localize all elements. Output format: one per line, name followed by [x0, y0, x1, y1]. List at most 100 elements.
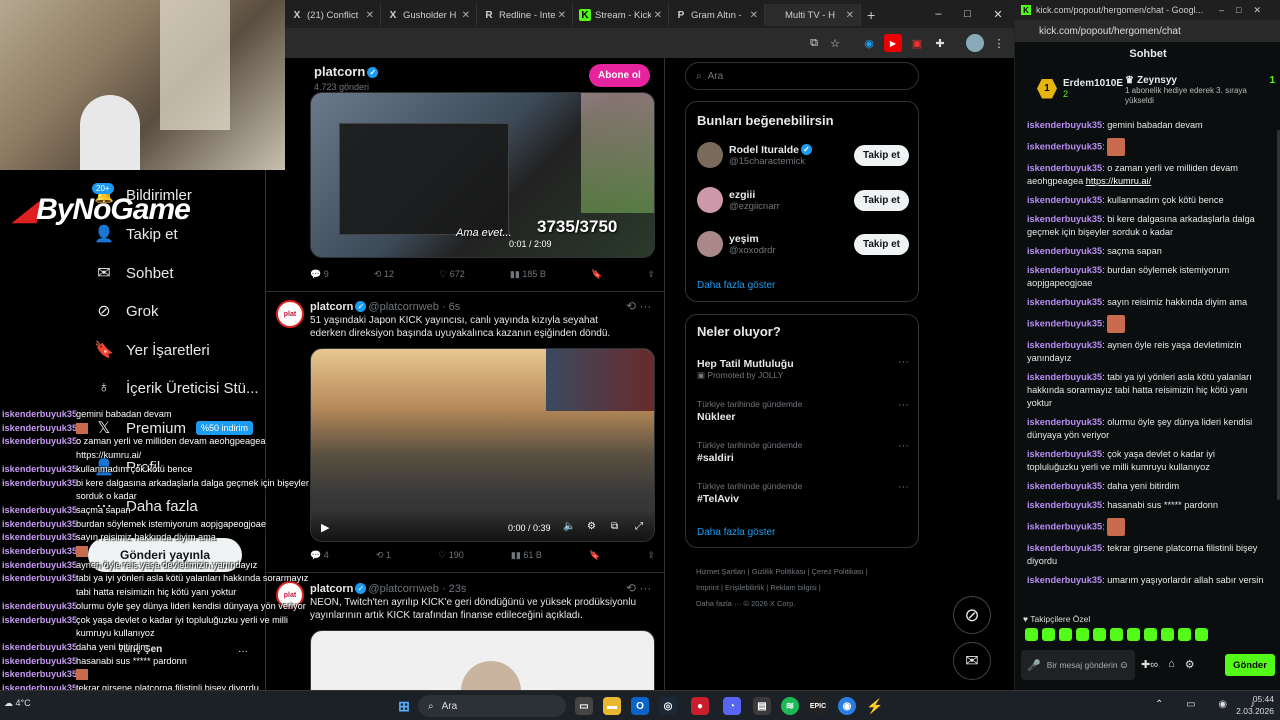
post-platcorn-1[interactable]: platcorn ✓ 4.723 gönderi Abone ol Ama eve… — [266, 58, 664, 292]
settings-icon[interactable]: ⚙ — [587, 521, 596, 532]
star-icon[interactable]: ☆ — [826, 34, 844, 52]
post-video[interactable]: ▶ 0:00 / 0:39 🔈 ⚙ ⧉ ⤢ — [310, 348, 655, 542]
post-menu-icon[interactable]: ⟲ ··· — [626, 581, 651, 595]
volume-icon[interactable]: 🔈 — [563, 521, 575, 532]
subscribe-button[interactable]: Abone ol — [589, 64, 650, 87]
puzzle-icon[interactable]: ✚ — [931, 34, 949, 52]
chat-username[interactable]: iskenderbuyuk35 — [1027, 417, 1102, 427]
play-icon[interactable]: ▶ — [321, 521, 329, 534]
like-button[interactable]: ♡ 190 — [438, 550, 464, 561]
install-icon[interactable]: ⧉ — [805, 34, 823, 52]
trend-item[interactable]: Türkiye tarihinde gündemde Nükleer ··· — [697, 399, 909, 423]
emote-icon[interactable] — [1178, 628, 1191, 641]
trend-item[interactable]: Türkiye tarihinde gündemde #TelAviv ··· — [697, 481, 909, 505]
emote-icon[interactable] — [1059, 628, 1072, 641]
chat-username[interactable]: iskenderbuyuk35 — [1027, 297, 1102, 307]
trends-show-more-link[interactable]: Daha fazla göster — [697, 527, 775, 538]
suggestion-item[interactable]: ezgiii @ezgiicnarr Takip et — [697, 187, 909, 213]
footer-link[interactable]: Imprint — [696, 583, 719, 592]
youtube-ext-icon[interactable]: ▶ — [884, 34, 902, 52]
close-icon[interactable]: ✕ — [846, 10, 854, 21]
chat-username[interactable]: iskenderbuyuk35 — [1027, 575, 1102, 585]
discord-icon[interactable]: ◔ — [723, 697, 741, 715]
avatar[interactable] — [697, 142, 723, 168]
chat-username[interactable]: iskenderbuyuk35 — [1027, 543, 1102, 553]
repost-button[interactable]: ⟲ 12 — [374, 269, 394, 280]
nav-chat[interactable]: ✉ Sohbet — [94, 263, 173, 283]
chat-input[interactable]: 🎤 Bir mesaj gönderin ☺ — [1021, 650, 1135, 680]
start-button-icon[interactable]: ⊞ — [395, 697, 413, 715]
outlook-icon[interactable]: O — [631, 697, 649, 715]
emote-icon[interactable] — [1076, 628, 1089, 641]
search-input[interactable]: ⌕ Ara — [685, 62, 919, 90]
kick-window-controls[interactable]: –□✕ — [1219, 5, 1273, 16]
tab-conflict[interactable]: X (21) Conflict ✕ — [285, 4, 381, 26]
tab-multitv[interactable]: Multi TV - H ✕ — [765, 4, 861, 26]
chat-username[interactable]: iskenderbuyuk35 — [1027, 372, 1102, 382]
chat-username[interactable]: iskenderbuyuk35 — [1027, 449, 1102, 459]
avatar[interactable]: plat — [276, 300, 304, 328]
reply-button[interactable]: 💬 9 — [310, 269, 329, 280]
emote-icon[interactable] — [1107, 518, 1126, 536]
send-button[interactable]: Gönder — [1225, 654, 1275, 676]
task-view-icon[interactable]: ▭ — [575, 697, 593, 715]
store-icon[interactable]: ⌂ — [1168, 658, 1175, 671]
pip-icon[interactable]: ⧉ — [611, 521, 618, 532]
nav-follow[interactable]: 👤 Takip et — [94, 224, 178, 244]
chat-username[interactable]: iskenderbuyuk35 — [1027, 141, 1102, 151]
mic-icon[interactable]: 🎤 — [1027, 659, 1041, 672]
post-author[interactable]: platcorn ✓ — [314, 64, 380, 79]
trend-item[interactable]: Hep Tatil Mutluluğu ▣ Promoted by JOLLY … — [697, 356, 909, 381]
show-more-link[interactable]: Daha fazla göster — [697, 280, 775, 291]
emote-icon[interactable] — [1025, 628, 1038, 641]
follow-button[interactable]: Takip et — [853, 144, 909, 166]
emoji-icon[interactable]: ☺ — [1119, 660, 1129, 671]
reply-button[interactable]: 💬 4 — [310, 550, 329, 561]
menu-icon[interactable]: ⋮ — [990, 34, 1008, 52]
emote-icon[interactable] — [1042, 628, 1055, 641]
chat-username[interactable]: iskenderbuyuk35 — [1027, 120, 1102, 130]
emote-icon[interactable] — [1093, 628, 1106, 641]
post-image[interactable] — [310, 630, 655, 690]
fullscreen-icon[interactable]: ⤢ — [635, 521, 643, 532]
chat-username[interactable]: iskenderbuyuk35 — [1027, 265, 1102, 275]
maximize-button[interactable]: □ — [964, 8, 971, 21]
chat-link[interactable]: https://kumru.ai/ — [1086, 176, 1151, 186]
suggestion-name[interactable]: yeşim — [729, 233, 776, 245]
avatar[interactable] — [697, 187, 723, 213]
close-window-button[interactable]: ✕ — [993, 8, 1002, 21]
close-icon[interactable]: ✕ — [462, 10, 470, 21]
emote-icon[interactable] — [1195, 628, 1208, 641]
nav-creator-studio[interactable]: ♁ İçerik Üreticisi Stü... — [94, 379, 259, 397]
tab-gusholder[interactable]: X Gusholder H ✕ — [381, 4, 477, 26]
tab-gram-altin[interactable]: P Gram Altın - ✕ — [669, 4, 765, 26]
chat-username[interactable]: iskenderbuyuk35 — [1027, 246, 1102, 256]
spotify-icon[interactable]: ≋ — [781, 697, 799, 715]
author-name[interactable]: platcorn — [310, 301, 353, 313]
post-video[interactable]: Ama evet... 3735/3750 0:01 / 2:09 — [310, 92, 655, 258]
chat-username[interactable]: iskenderbuyuk35 — [1027, 481, 1102, 491]
footer-link[interactable]: Gizlilik Politikası — [752, 567, 806, 576]
extension-icon[interactable]: ◉ — [860, 34, 878, 52]
trend-menu-icon[interactable]: ··· — [898, 399, 909, 411]
suggestion-item[interactable]: yeşim @xoxodrdr Takip et — [697, 231, 909, 257]
messages-float-icon[interactable]: ✉ — [953, 642, 991, 680]
footer-link[interactable]: Daha fazla ··· — [696, 599, 741, 608]
close-icon[interactable]: ✕ — [366, 10, 374, 21]
footer-link[interactable]: Hizmet Şartları — [696, 567, 746, 576]
file-explorer-icon[interactable]: ▬ — [603, 697, 621, 715]
settings-icon[interactable]: ⚙ — [1185, 658, 1195, 671]
trend-menu-icon[interactable]: ··· — [898, 440, 909, 452]
epic-games-icon[interactable]: EPIC — [809, 697, 827, 715]
app-badge-icon[interactable]: ▤ — [753, 697, 771, 715]
post-platcorn-2[interactable]: plat platcorn ✓ @platcornweb · 6s ⟲ ··· 51… — [266, 292, 664, 573]
suggestion-name[interactable]: Rodel Ituralde ✓ — [729, 144, 814, 156]
share-icon[interactable]: ⇪ — [647, 550, 655, 561]
like-button[interactable]: ♡ 672 — [439, 269, 465, 280]
app-red-icon[interactable]: ● — [691, 697, 709, 715]
chat-username[interactable]: iskenderbuyuk35 — [1027, 195, 1102, 205]
chrome-icon[interactable]: ◉ — [838, 697, 856, 715]
ext-red-icon[interactable]: ▣ — [908, 34, 926, 52]
weather-widget[interactable]: ☁ 4°C — [4, 698, 31, 709]
repost-button[interactable]: ⟲ 1 — [376, 550, 391, 561]
